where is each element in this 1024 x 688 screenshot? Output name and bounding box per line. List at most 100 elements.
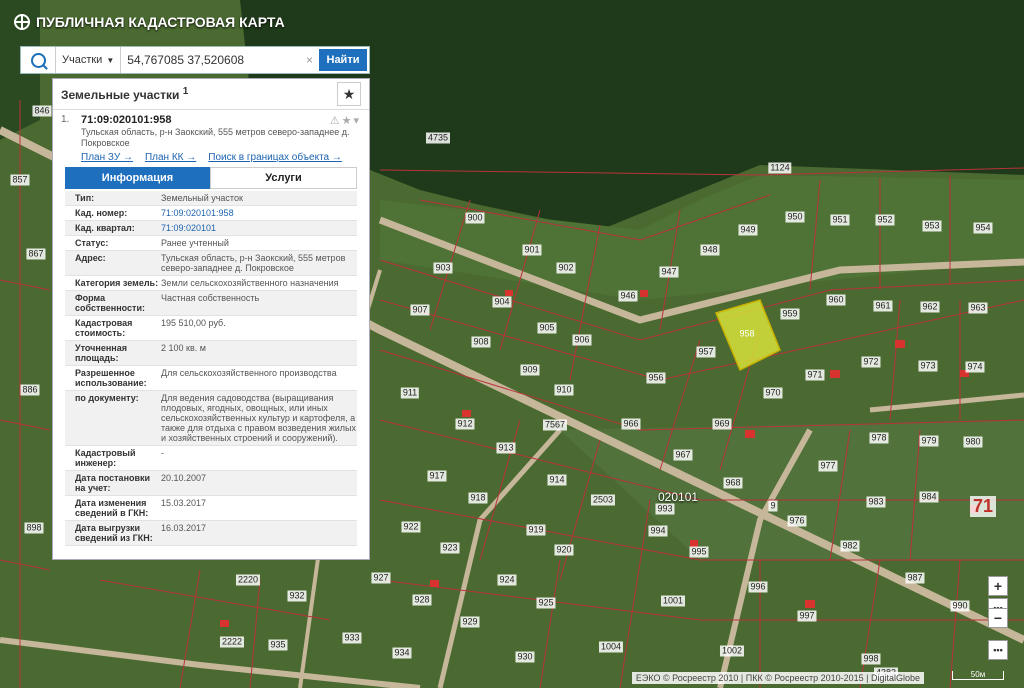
parcel-label[interactable]: 919 — [526, 524, 546, 536]
parcel-label[interactable]: 973 — [918, 360, 938, 372]
parcel-label[interactable]: 946 — [618, 290, 638, 302]
result-cad-number[interactable]: 71:09:020101:958 — [81, 114, 361, 126]
parcel-label[interactable]: 997 — [797, 610, 817, 622]
parcel-label[interactable]: 966 — [621, 418, 641, 430]
parcel-label[interactable]: 967 — [673, 449, 693, 461]
parcel-label[interactable]: 902 — [556, 262, 576, 274]
parcel-label[interactable]: 923 — [440, 542, 460, 554]
parcel-label[interactable]: 929 — [460, 616, 480, 628]
parcel-label[interactable]: 932 — [287, 590, 307, 602]
parcel-label[interactable]: 913 — [496, 442, 516, 454]
parcel-label[interactable]: 933 — [342, 632, 362, 644]
parcel-label[interactable]: 2503 — [590, 494, 616, 506]
search-input[interactable]: 54,767085 37,520608 — [121, 53, 300, 67]
parcel-label[interactable]: 917 — [427, 470, 447, 482]
parcel-label[interactable]: 957 — [696, 346, 716, 358]
more-button[interactable]: ••• — [988, 640, 1008, 660]
parcel-label[interactable]: 971 — [805, 369, 825, 381]
parcel-label[interactable]: 977 — [818, 460, 838, 472]
parcel-label[interactable]: 978 — [869, 432, 889, 444]
parcel-label[interactable]: 990 — [950, 600, 970, 612]
parcel-label[interactable]: 914 — [547, 474, 567, 486]
parcel-label[interactable]: 998 — [861, 653, 881, 665]
parcel-label[interactable]: 947 — [659, 266, 679, 278]
search-in-bounds-link[interactable]: Поиск в границах объекта → — [208, 152, 342, 163]
parcel-label[interactable]: 980 — [963, 436, 983, 448]
parcel-label[interactable]: 994 — [648, 525, 668, 537]
result-item[interactable]: ⚠★▾ 1. 71:09:020101:958 Тульская область… — [53, 110, 369, 163]
parcel-label[interactable]: 983 — [866, 496, 886, 508]
find-button[interactable]: Найти — [319, 49, 367, 71]
parcel-label[interactable]: 982 — [840, 540, 860, 552]
parcel-label[interactable]: 968 — [723, 477, 743, 489]
parcel-label[interactable]: 904 — [492, 296, 512, 308]
parcel-label[interactable]: 963 — [968, 302, 988, 314]
parcel-label[interactable]: 935 — [268, 639, 288, 651]
parcel-label[interactable]: 954 — [973, 222, 993, 234]
plan-zu-link[interactable]: План ЗУ → — [81, 152, 133, 163]
warning-star-icons[interactable]: ⚠★▾ — [330, 114, 361, 127]
parcel-label[interactable]: 956 — [646, 372, 666, 384]
search-type-select[interactable]: Участки ▼ — [56, 47, 122, 73]
parcel-label[interactable]: 969 — [712, 418, 732, 430]
parcel-label[interactable]: 934 — [392, 647, 412, 659]
parcel-label[interactable]: 867 — [26, 248, 46, 260]
clear-icon[interactable]: × — [300, 53, 319, 67]
parcel-label[interactable]: 9 — [768, 500, 778, 512]
parcel-label[interactable]: 2220 — [235, 574, 261, 586]
parcel-label[interactable]: 910 — [554, 384, 574, 396]
parcel-label[interactable]: 903 — [433, 262, 453, 274]
attribute-value[interactable]: 71:09:020101 — [161, 223, 357, 233]
parcel-label[interactable]: 948 — [700, 244, 720, 256]
parcel-label[interactable]: 1124 — [768, 162, 792, 174]
parcel-label[interactable]: 959 — [780, 308, 800, 320]
parcel-label[interactable]: 950 — [785, 211, 805, 223]
parcel-label[interactable]: 962 — [920, 301, 940, 313]
parcel-label[interactable]: 909 — [520, 364, 540, 376]
zoom-in-button[interactable]: + — [988, 576, 1008, 596]
parcel-label[interactable]: 953 — [922, 220, 942, 232]
parcel-label[interactable]: 951 — [830, 214, 850, 226]
tab-services[interactable]: Услуги — [210, 167, 357, 189]
parcel-label[interactable]: 958 — [737, 329, 756, 340]
parcel-label[interactable]: 984 — [919, 491, 939, 503]
parcel-label[interactable]: 979 — [919, 435, 939, 447]
parcel-label[interactable]: 906 — [572, 334, 592, 346]
favorite-star-button[interactable]: ★ — [337, 82, 361, 106]
parcel-label[interactable]: 987 — [905, 572, 925, 584]
zoom-out-button[interactable]: − — [988, 608, 1008, 628]
parcel-label[interactable]: 912 — [455, 418, 475, 430]
parcel-label[interactable]: 2222 — [219, 636, 245, 648]
parcel-label[interactable]: 996 — [748, 581, 768, 593]
parcel-label[interactable]: 886 — [20, 384, 40, 396]
parcel-label[interactable]: 1002 — [719, 645, 745, 657]
parcel-label[interactable]: 927 — [371, 572, 391, 584]
parcel-label[interactable]: 901 — [522, 244, 542, 256]
parcel-label[interactable]: 961 — [873, 300, 893, 312]
parcel-label[interactable]: 911 — [400, 387, 420, 399]
parcel-label[interactable]: 920 — [554, 544, 574, 556]
parcel-label[interactable]: 993 — [655, 503, 675, 515]
parcel-label[interactable]: 4735 — [425, 132, 451, 144]
parcel-label[interactable]: 970 — [763, 387, 783, 399]
parcel-label[interactable]: 857 — [10, 174, 30, 186]
parcel-label[interactable]: 905 — [537, 322, 557, 334]
parcel-label[interactable]: 924 — [497, 574, 517, 586]
parcel-label[interactable]: 952 — [875, 214, 895, 226]
parcel-label[interactable]: 918 — [468, 492, 488, 504]
search-icon-button[interactable] — [21, 47, 56, 73]
tab-info[interactable]: Информация — [65, 167, 210, 189]
parcel-label[interactable]: 928 — [412, 594, 432, 606]
parcel-label[interactable]: 930 — [515, 651, 535, 663]
parcel-label[interactable]: 922 — [401, 521, 421, 533]
parcel-label[interactable]: 976 — [787, 515, 807, 527]
parcel-label[interactable]: 974 — [965, 361, 985, 373]
parcel-label[interactable]: 972 — [861, 356, 881, 368]
parcel-label[interactable]: 949 — [738, 224, 758, 236]
parcel-label[interactable]: 908 — [471, 336, 491, 348]
parcel-label[interactable]: 900 — [465, 212, 485, 224]
parcel-label[interactable]: 7567 — [542, 419, 568, 431]
parcel-label[interactable]: 995 — [689, 546, 709, 558]
parcel-label[interactable]: 960 — [826, 294, 846, 306]
parcel-label[interactable]: 1004 — [598, 641, 624, 653]
